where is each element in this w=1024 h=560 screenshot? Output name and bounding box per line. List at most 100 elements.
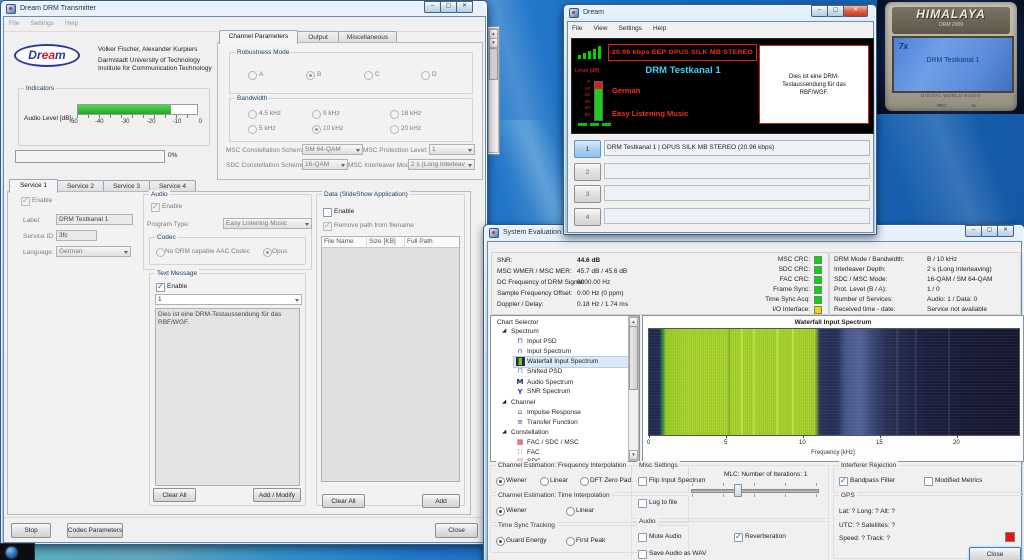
time-wiener-radio[interactable] [496,507,505,516]
text-message-clear-all-button[interactable]: Clear All [153,488,196,502]
col-full-path[interactable]: Full Path [405,237,459,247]
menu-view[interactable]: View [593,25,607,32]
tree-item-audio-spectrum[interactable]: Audio Spectrum [527,379,573,387]
maximize-button[interactable]: ▢ [440,1,457,13]
robustness-c-radio[interactable] [364,71,373,80]
scroll-down-icon[interactable]: ▼ [629,450,638,460]
codec-aac-radio[interactable] [156,248,165,257]
bw-4_5-radio[interactable] [248,110,257,119]
sdc-constellation-combo[interactable]: 16-QAM [302,159,348,170]
codec-parameters-button[interactable]: Codec Parameters [67,523,123,538]
menu-settings[interactable]: Settings [30,20,54,27]
bw-20-radio[interactable] [390,125,399,134]
tree-group-constellation[interactable]: Constellation [511,429,549,437]
transmitter-titlebar[interactable]: Dream DRM Transmitter [1,1,487,16]
robustness-d-radio[interactable] [421,71,430,80]
msc-constellation-combo[interactable]: SM 64-QAM [302,144,363,155]
menu-settings[interactable]: Settings [618,25,642,32]
start-button[interactable] [6,547,17,558]
service-2-field[interactable] [604,163,870,179]
tree-item-snr-spectrum[interactable]: SNR Spectrum [527,388,570,396]
service-1-button[interactable]: 1 [574,140,601,158]
program-type-combo[interactable]: Easy Listening Music [223,218,312,229]
audio-enable-checkbox[interactable] [151,203,160,212]
text-message-slot-combo[interactable]: 1 [155,294,302,305]
first-peak-radio[interactable] [566,537,575,546]
bw-5-radio[interactable] [248,125,257,134]
service-3-button[interactable]: 3 [574,185,601,203]
waterfall-plot[interactable] [648,328,1020,436]
minimize-button[interactable]: – [811,5,828,17]
log-to-file-checkbox[interactable] [638,499,647,508]
chart-selector-scrollbar[interactable]: ▲ ▼ [628,316,639,461]
data-enable-checkbox[interactable] [323,208,332,217]
scroll-down-icon[interactable]: ▼ [489,38,498,48]
service-4-button[interactable]: 4 [574,208,601,226]
robustness-a-radio[interactable] [248,71,257,80]
col-file-name[interactable]: File Name [322,237,367,247]
tree-item-fac[interactable]: FAC [527,449,540,457]
freq-dft-radio[interactable] [580,477,589,486]
tab-service-1[interactable]: Service 1 [9,179,58,193]
text-message-textarea[interactable]: Dies ist eine DRM-Testaussendung für das… [155,308,300,486]
tree-item-transfer-function[interactable]: Transfer Function [527,419,578,427]
menu-help[interactable]: Help [653,25,666,32]
codec-opus-radio[interactable] [263,248,272,257]
guard-energy-radio[interactable] [496,537,505,546]
label-field[interactable]: DRM Testkanal 1 [56,214,133,225]
tree-item-impulse-response[interactable]: Impulse Response [527,409,581,417]
service-enable-checkbox[interactable] [21,197,30,206]
expander-icon[interactable]: ◢ [502,328,506,334]
flip-input-spectrum-checkbox[interactable] [638,477,647,486]
close-button-caption[interactable]: ✕ [456,1,473,13]
maximize-button[interactable]: ▢ [981,225,998,237]
tree-item-input-psd[interactable]: Input PSD [527,338,557,346]
bw-9-radio[interactable] [312,110,321,119]
mute-audio-checkbox[interactable] [638,533,647,542]
bw-10-radio[interactable] [312,125,321,134]
close-button-caption[interactable]: ✕ [843,5,868,17]
tree-item-input-spectrum[interactable]: Input Spectrum [527,348,571,356]
expander-icon[interactable]: ◢ [502,429,506,435]
fragment-scrollbar[interactable]: ▲ ▼ [488,28,499,153]
tree-item-shifted-psd[interactable]: Shifted PSD [527,368,562,376]
scrollbar-thumb[interactable] [629,326,638,390]
language-combo[interactable]: German [56,246,131,257]
slideshow-file-table[interactable]: File Name Size [KB] Full Path [321,236,460,482]
menu-help[interactable]: Help [65,20,78,27]
maximize-button[interactable]: ▢ [827,5,844,17]
data-add-button[interactable]: Add [422,494,460,508]
service-4-field[interactable] [604,208,870,224]
tree-group-spectrum[interactable]: Spectrum [511,328,539,336]
mlc-slider[interactable] [691,489,819,493]
service-3-field[interactable] [604,185,870,201]
bw-18-radio[interactable] [390,110,399,119]
evaluation-close-button[interactable]: Close [969,547,1021,560]
msc-protection-combo[interactable]: 1 [429,144,475,155]
tab-channel-parameters[interactable]: Channel Parameters [219,30,298,44]
service-2-button[interactable]: 2 [574,163,601,181]
reverberation-checkbox[interactable] [734,533,743,542]
msc-interleaver-combo[interactable]: 2 s (Long Interleav [408,159,475,170]
minimize-button[interactable]: – [424,1,441,13]
minimize-button[interactable]: – [965,225,982,237]
col-size[interactable]: Size [KB] [367,237,405,247]
data-clear-all-button[interactable]: Clear All [322,494,365,508]
bandpass-filter-checkbox[interactable] [839,477,848,486]
tree-item-fac-sdc-msc[interactable]: FAC / SDC / MSC [527,439,579,447]
menu-file[interactable]: File [9,20,19,27]
service-id-field[interactable]: 3fc [56,230,97,241]
taskbar-fragment[interactable] [0,543,35,560]
transmitter-close-button[interactable]: Close [435,523,478,538]
menu-file[interactable]: File [572,25,582,32]
freq-wiener-radio[interactable] [496,477,505,486]
service-1-field[interactable]: DRM Testkanal 1 | OPUS SILK MB STEREO (2… [604,140,870,156]
freq-linear-radio[interactable] [540,477,549,486]
robustness-b-radio[interactable] [306,71,315,80]
time-linear-radio[interactable] [566,507,575,516]
modified-metrics-checkbox[interactable] [924,477,933,486]
tree-item-waterfall[interactable]: Waterfall Input Spectrum [527,358,598,366]
text-message-enable-checkbox[interactable] [156,283,165,292]
save-audio-checkbox[interactable] [638,550,647,559]
close-button-caption[interactable]: ✕ [997,225,1014,237]
